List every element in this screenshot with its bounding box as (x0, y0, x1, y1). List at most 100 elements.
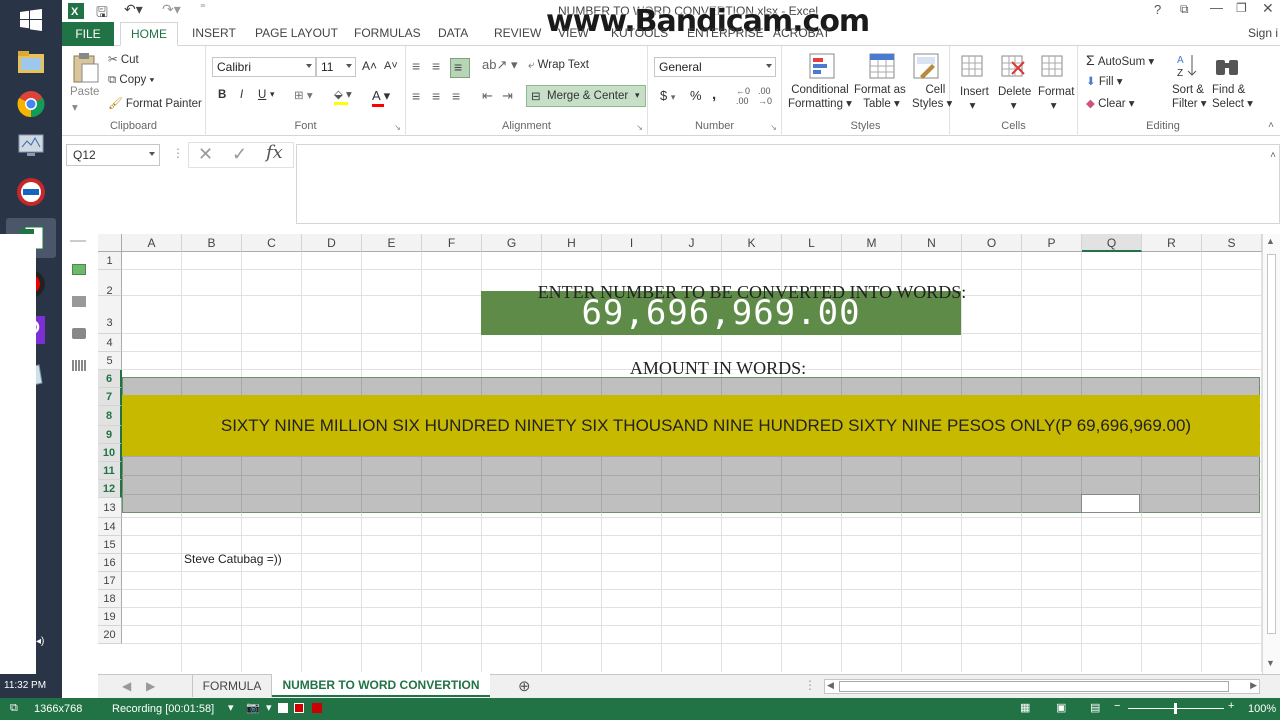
restore-icon[interactable]: ❐ (1236, 1, 1247, 15)
rec-arrow-icon[interactable]: ▾ (266, 701, 272, 714)
column-header-r[interactable]: R (1142, 234, 1202, 252)
underline-button[interactable]: U (258, 89, 266, 101)
number-format-select[interactable]: General (654, 57, 776, 77)
align-right-icon[interactable]: ≡ (452, 88, 460, 104)
collapse-ribbon-icon[interactable]: ˄ (1268, 120, 1274, 131)
paste-icon[interactable] (72, 52, 100, 84)
merge-center-button[interactable]: ⊟ Merge & Center ▾ (526, 85, 646, 107)
normal-view-icon[interactable]: ▦ (1020, 701, 1030, 714)
tab-acrobat[interactable]: ACROBAT (773, 26, 830, 40)
align-middle-icon[interactable]: ≡ (432, 58, 440, 74)
new-sheet-icon[interactable]: ⊕ (518, 677, 531, 695)
clear-button[interactable]: ◆ Clear ▾ (1086, 96, 1135, 110)
column-header-b[interactable]: B (182, 234, 242, 252)
column-header-a[interactable]: A (122, 234, 182, 252)
column-header-g[interactable]: G (482, 234, 542, 252)
customize-qat-icon[interactable]: ⁼ (200, 1, 206, 14)
resource-pane-icon[interactable] (72, 328, 86, 339)
tab-home[interactable]: HOME (120, 22, 178, 46)
row-header-2[interactable]: 2 (98, 270, 122, 297)
close-icon[interactable]: ✕ (1262, 0, 1274, 17)
record-icon[interactable] (312, 703, 322, 713)
italic-button[interactable]: I (240, 89, 243, 101)
column-header-q[interactable]: Q (1082, 234, 1142, 252)
decrease-indent-icon[interactable]: ⇤ (482, 88, 493, 104)
insert-button[interactable]: Insert ▾ (960, 86, 989, 112)
percent-button[interactable]: % (690, 88, 702, 103)
increase-decimal-icon[interactable]: ←0.00 (736, 86, 750, 106)
column-header-p[interactable]: P (1022, 234, 1082, 252)
tab-formulas[interactable]: FORMULAS (354, 26, 421, 40)
align-left-icon[interactable]: ≡ (412, 88, 420, 104)
align-bottom-button[interactable]: ≡ (450, 58, 470, 78)
tab-data[interactable]: DATA (438, 26, 468, 40)
page-layout-view-icon[interactable]: ▣ (1056, 701, 1066, 714)
alignment-dialog-launcher-icon[interactable]: ↘ (636, 123, 643, 132)
column-header-c[interactable]: C (242, 234, 302, 252)
wrap-text-button[interactable]: ⤶ Wrap Text (528, 59, 589, 72)
h-scrollbar-thumb[interactable] (839, 681, 1229, 692)
scroll-down-icon[interactable]: ▼ (1266, 658, 1275, 668)
row-header-20[interactable]: 20 (98, 626, 122, 644)
row-header-18[interactable]: 18 (98, 590, 122, 608)
column-header-j[interactable]: J (662, 234, 722, 252)
next-sheet-icon[interactable]: ▶ (146, 679, 155, 693)
redo-icon[interactable]: ↷▾ (162, 1, 181, 18)
conditional-formatting-button[interactable]: Conditional Formatting ▾ (788, 84, 852, 110)
memory-app-icon[interactable] (6, 172, 56, 212)
chrome-icon[interactable] (6, 84, 56, 124)
shrink-font-icon[interactable]: A˅ (384, 60, 398, 72)
page-break-view-icon[interactable]: ▤ (1090, 701, 1100, 714)
column-header-s[interactable]: S (1202, 234, 1262, 252)
scroll-up-icon[interactable]: ▲ (1266, 236, 1275, 246)
font-size-select[interactable]: 11 (316, 57, 356, 77)
stop-icon[interactable] (294, 703, 304, 713)
select-all-corner[interactable] (98, 234, 122, 252)
row-header-5[interactable]: 5 (98, 352, 122, 370)
row-header-12[interactable]: 12 (98, 480, 122, 498)
cut-button[interactable]: ✂ Cut (108, 52, 139, 66)
row-header-19[interactable]: 19 (98, 608, 122, 626)
row-header-9[interactable]: 9 (98, 426, 122, 444)
row-header-7[interactable]: 7 (98, 388, 122, 406)
pause-icon[interactable] (278, 703, 288, 713)
row-header-17[interactable]: 17 (98, 572, 122, 590)
tab-file[interactable]: FILE (62, 22, 114, 46)
row-header-10[interactable]: 10 (98, 444, 122, 462)
borders-icon[interactable]: ⊞ ▾ (294, 88, 313, 102)
row-header-6[interactable]: 6 (98, 370, 122, 388)
vertical-scrollbar[interactable]: ▲ ▼ (1262, 234, 1280, 674)
number-dialog-launcher-icon[interactable]: ↘ (770, 123, 777, 132)
row-header-14[interactable]: 14 (98, 518, 122, 536)
cancel-entry-icon[interactable]: ✕ (198, 144, 213, 165)
delete-button[interactable]: Delete ▾ (998, 86, 1031, 112)
windows-start-icon[interactable] (6, 0, 56, 40)
confirm-entry-icon[interactable]: ✓ (232, 144, 247, 165)
navigation-pane-icon[interactable] (72, 264, 86, 275)
rec-dropdown-icon[interactable]: ▾ (228, 701, 234, 714)
insert-function-icon[interactable]: fx (266, 142, 283, 163)
zoom-slider-thumb[interactable] (1174, 703, 1177, 714)
column-header-f[interactable]: F (422, 234, 482, 252)
column-header-o[interactable]: O (962, 234, 1022, 252)
sign-in-link[interactable]: Sign i (1248, 26, 1278, 40)
font-color-icon[interactable]: A ▾ (372, 88, 390, 104)
column-header-i[interactable]: I (602, 234, 662, 252)
scroll-right-icon[interactable]: ▶ (1250, 680, 1257, 691)
format-button[interactable]: Format ▾ (1038, 86, 1074, 112)
monitor-app-icon[interactable] (6, 126, 56, 166)
camera-icon[interactable]: 📷 (246, 701, 260, 714)
cell-styles-button[interactable]: Cell Styles ▾ (912, 84, 952, 110)
tab-insert[interactable]: INSERT (192, 26, 236, 40)
tab-kutools[interactable]: KUTOOLS (611, 26, 668, 40)
autosum-button[interactable]: Σ AutoSum ▾ (1086, 52, 1154, 68)
sheet-tab-formula[interactable]: FORMULA (192, 675, 272, 697)
horizontal-scrollbar[interactable]: ◀ ▶ (824, 679, 1260, 694)
scroll-left-icon[interactable]: ◀ (827, 680, 834, 691)
row-header-3[interactable]: 3 (98, 296, 122, 334)
volume-icon[interactable]: ◂) (36, 636, 44, 647)
clock[interactable]: 11:32 PM (4, 680, 46, 691)
column-header-k[interactable]: K (722, 234, 782, 252)
prev-sheet-icon[interactable]: ◀ (122, 679, 131, 693)
row-header-11[interactable]: 11 (98, 462, 122, 480)
